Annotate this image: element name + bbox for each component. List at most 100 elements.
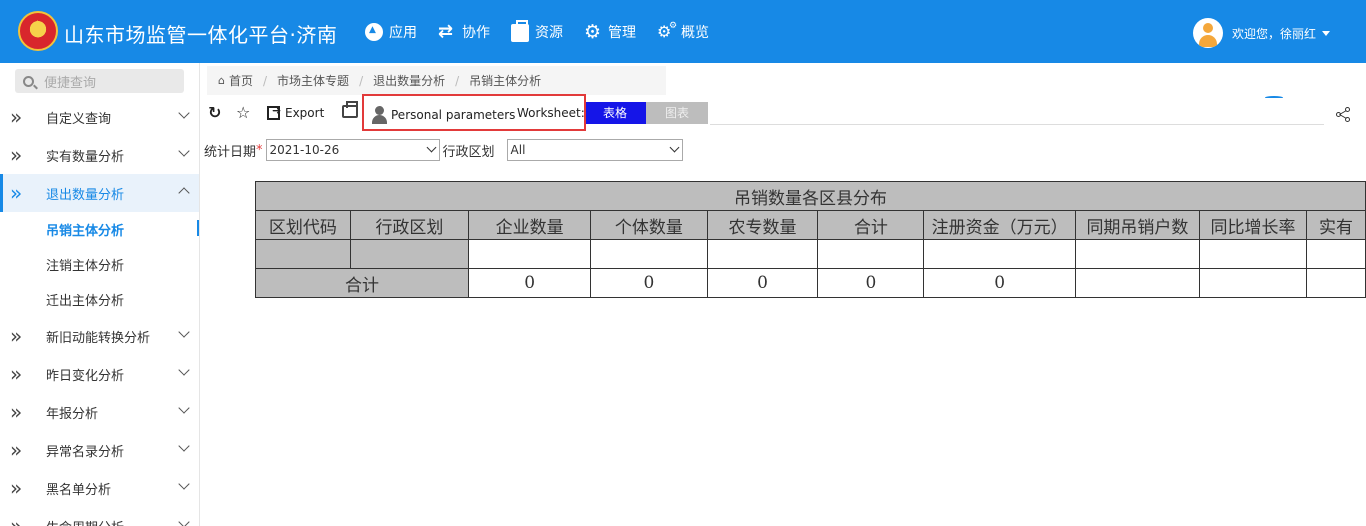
total-cell (1074, 268, 1200, 298)
nav-collaborate[interactable]: 协作 (438, 22, 490, 42)
sidebar-menu: » 自定义查询 » 实有数量分析 » 退出数量分析 吊销主体分析 注销主体分析 … (0, 98, 199, 526)
sidebar-item-label: 自定义查询 (46, 111, 112, 127)
date-filter-label: 统计日期 (204, 144, 257, 160)
total-label: 合计 (254, 268, 470, 298)
tab-table[interactable]: 表格 (584, 102, 646, 124)
region-select[interactable]: All (506, 139, 683, 161)
total-cell: 0 (706, 268, 819, 298)
table-row (255, 239, 1366, 269)
chevron-down-icon (178, 516, 190, 526)
star-icon[interactable]: ☆ (236, 103, 250, 122)
collaborate-icon (438, 23, 456, 41)
avatar (1192, 18, 1223, 48)
tab-chart[interactable]: 图表 (646, 102, 708, 124)
total-cell (1198, 268, 1308, 298)
sidebar-item-yesterday-change[interactable]: » 昨日变化分析 (0, 355, 199, 393)
app-title: 山东市场监管一体化平台·济南 (64, 23, 338, 47)
nav-apps[interactable]: 应用 (365, 22, 417, 42)
toolbar-divider (710, 124, 1324, 125)
chevron-down-icon (178, 107, 190, 119)
nav-overview[interactable]: 概览 (657, 21, 709, 42)
table-cell (468, 239, 592, 269)
breadcrumb-separator: / (359, 73, 364, 88)
top-header: 山东市场监管一体化平台·济南 应用 协作 资源 管理 概览 欢迎您，徐丽红 (0, 0, 1366, 63)
gear-icon (584, 23, 602, 41)
sidebar-item-new-old-momentum[interactable]: » 新旧动能转换分析 (0, 317, 199, 355)
nav-apps-label: 应用 (389, 25, 417, 41)
sidebar-item-label: 昨日变化分析 (46, 368, 125, 384)
column-header: 同比增长率 (1198, 210, 1308, 240)
double-chevron-icon: » (10, 105, 23, 129)
sidebar-item-lifecycle[interactable]: » 生命周期分析 (0, 507, 199, 526)
breadcrumb-home[interactable]: 首页 (229, 72, 253, 89)
column-header: 实有 (1306, 210, 1366, 240)
double-chevron-icon: » (10, 143, 23, 167)
print-button[interactable] (342, 101, 358, 118)
national-emblem-logo (18, 11, 58, 51)
total-cell: 0 (923, 268, 1076, 298)
main-nav: 应用 协作 资源 管理 概览 (365, 20, 730, 42)
table-cell (590, 239, 708, 269)
table-total-row: 合计 0 0 0 0 0 (254, 268, 1366, 298)
refresh-icon[interactable]: ↻ (208, 103, 221, 122)
column-header: 注册资金（万元） (923, 210, 1076, 240)
region-filter-label: 行政区划 (442, 144, 495, 160)
column-header: 个体数量 (590, 210, 708, 240)
double-chevron-icon: » (10, 362, 23, 386)
sidebar-subitem-cancelled[interactable]: 注销主体分析 (0, 247, 199, 282)
column-header: 同期吊销户数 (1074, 210, 1200, 240)
breadcrumb-topic[interactable]: 市场主体专题 (277, 72, 349, 89)
nav-overview-label: 概览 (681, 25, 709, 41)
filter-bar: 统计日期 * 2021-10-26 行政区划 All (204, 138, 683, 162)
app-icon (365, 23, 383, 41)
sidebar-item-annual-report[interactable]: » 年报分析 (0, 393, 199, 431)
table-cell (349, 239, 470, 269)
table-cell (817, 239, 925, 269)
caret-down-icon (1322, 30, 1330, 36)
double-chevron-icon: » (10, 400, 23, 424)
chevron-down-icon (669, 142, 679, 153)
sidebar-item-existing-count[interactable]: » 实有数量分析 (0, 136, 199, 174)
total-cell: 0 (817, 268, 925, 298)
date-select-value: 2021-10-26 (269, 143, 340, 157)
chevron-down-icon (178, 364, 190, 376)
chevron-up-icon (178, 187, 190, 199)
share-icon[interactable] (1336, 107, 1350, 122)
breadcrumb-current: 吊销主体分析 (469, 74, 542, 88)
quick-search-input[interactable]: 便捷查询 (15, 69, 184, 93)
column-header: 区划代码 (255, 210, 351, 240)
double-chevron-icon: » (10, 514, 23, 526)
sidebar-item-label: 生命周期分析 (46, 517, 124, 526)
sidebar-item-blacklist[interactable]: » 黑名单分析 (0, 469, 199, 507)
export-icon (267, 104, 281, 120)
sidebar-subitem-moved-out[interactable]: 迁出主体分析 (0, 282, 199, 317)
breadcrumb-exit-analysis[interactable]: 退出数量分析 (373, 72, 445, 89)
sidebar-item-label: 退出数量分析 (46, 187, 125, 203)
nav-manage[interactable]: 管理 (584, 22, 636, 42)
total-cell (1306, 268, 1366, 298)
sidebar-item-exit-count[interactable]: » 退出数量分析 (0, 174, 199, 212)
sidebar: 便捷查询 » 自定义查询 » 实有数量分析 » 退出数量分析 吊销主体分析 注销… (0, 63, 200, 526)
search-placeholder: 便捷查询 (44, 75, 97, 91)
table-cell (1074, 239, 1200, 269)
required-marker: * (256, 142, 263, 158)
date-select[interactable]: 2021-10-26 (265, 139, 440, 161)
sidebar-subitem-revoked[interactable]: 吊销主体分析 (0, 212, 199, 247)
chevron-down-icon (178, 478, 190, 490)
nav-resources[interactable]: 资源 (511, 20, 563, 42)
user-menu[interactable]: 欢迎您，徐丽红 (1192, 18, 1330, 48)
column-header: 农专数量 (706, 210, 819, 240)
user-greeting: 欢迎您，徐丽红 (1231, 26, 1316, 41)
chevron-down-icon (178, 440, 190, 452)
double-chevron-icon: » (10, 324, 23, 348)
export-button[interactable]: Export (267, 104, 324, 120)
home-icon: ⌂ (218, 74, 225, 87)
report-title-row: 吊销数量各区县分布 (255, 181, 1366, 211)
chevron-down-icon (178, 402, 190, 414)
chevron-down-icon (178, 145, 190, 157)
sidebar-item-label: 黑名单分析 (46, 482, 112, 498)
sidebar-item-abnormal-list[interactable]: » 异常名录分析 (0, 431, 199, 469)
sidebar-item-custom-query[interactable]: » 自定义查询 (0, 98, 199, 136)
chevron-down-icon (426, 142, 436, 153)
annotation-highlight-box (362, 94, 586, 131)
